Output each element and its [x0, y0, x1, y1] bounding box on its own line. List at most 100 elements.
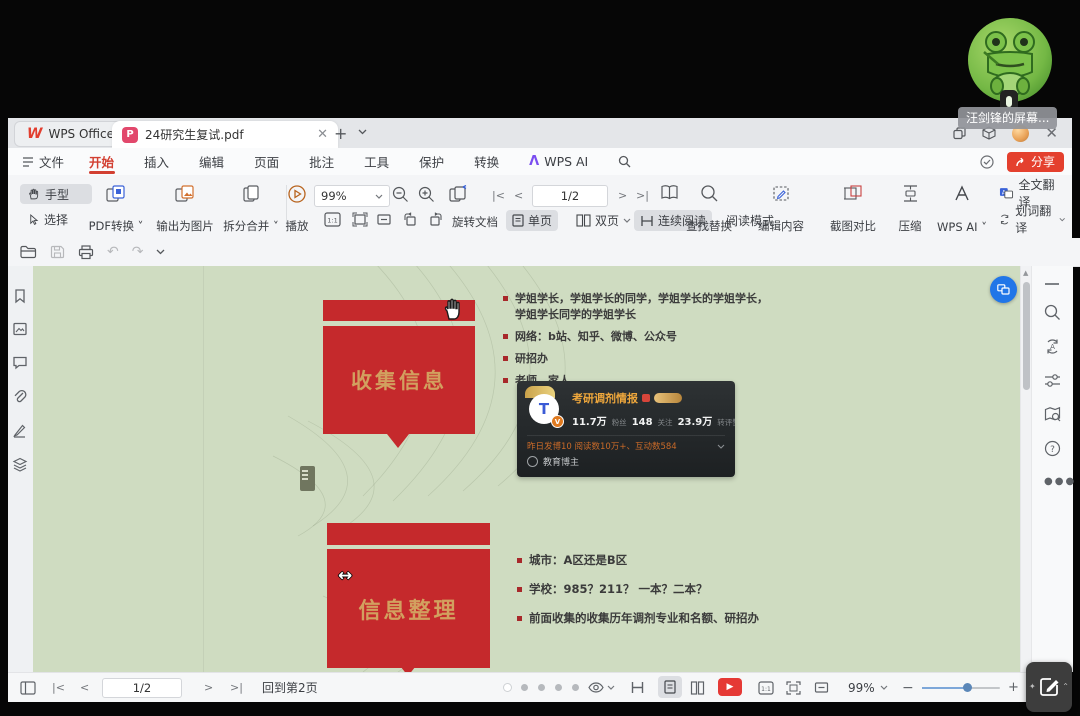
save-icon[interactable]: [50, 245, 65, 259]
svg-text:A: A: [1050, 343, 1055, 351]
bookmarks-panel-icon[interactable]: [12, 288, 28, 304]
compress-button[interactable]: 压缩: [888, 181, 932, 237]
print-icon[interactable]: [78, 245, 94, 260]
collapse-rail-icon[interactable]: [1044, 282, 1060, 286]
zoom-out-minus-button[interactable]: −: [902, 673, 914, 702]
export-as-image-button[interactable]: 输出为图片: [150, 181, 220, 237]
status-last-page-icon[interactable]: >|: [230, 673, 243, 702]
rail-more-icon[interactable]: ●●●: [1044, 476, 1076, 487]
scrollbar-thumb[interactable]: [1023, 282, 1030, 390]
status-single-page-icon[interactable]: [658, 676, 682, 698]
collect-info-box[interactable]: 收集信息: [323, 326, 475, 434]
zoom-slider-track[interactable]: [922, 687, 1000, 689]
rail-map-search-icon[interactable]: [1044, 406, 1061, 422]
hand-tool-button[interactable]: 手型: [20, 184, 92, 204]
full-translate-button[interactable]: A 全文翻译: [992, 183, 1072, 203]
status-continuous-icon[interactable]: [630, 673, 645, 702]
annotate-pen-icon[interactable]: [12, 423, 27, 438]
select-tool-button[interactable]: 选择: [20, 209, 92, 229]
wps-office-home-tab[interactable]: W WPS Office: [14, 121, 127, 147]
fit-page-icon[interactable]: [352, 212, 368, 227]
view-visibility-dropdown[interactable]: [588, 673, 615, 702]
rotate-document-button[interactable]: 旋转文档: [452, 214, 498, 230]
insert-pages-icon[interactable]: [448, 185, 468, 203]
scroll-up-icon[interactable]: ▲: [1023, 269, 1028, 277]
zoom-out-icon[interactable]: [392, 186, 409, 203]
collect-info-title: 收集信息: [351, 365, 447, 395]
floating-translate-button[interactable]: [990, 276, 1017, 303]
quickbar-chevron-icon[interactable]: [156, 249, 165, 255]
menu-tab-convert[interactable]: 转换: [459, 148, 514, 175]
back-to-page-button[interactable]: 回到第2页: [262, 673, 318, 702]
tab-list-chevron-icon[interactable]: [358, 129, 367, 135]
status-zoom-chevron-icon[interactable]: [880, 673, 888, 702]
menu-search-icon[interactable]: [603, 148, 646, 175]
zoom-slider-knob[interactable]: [963, 683, 972, 692]
screenshot-compare-button[interactable]: 截图对比: [820, 181, 886, 237]
menu-tab-comment[interactable]: 批注: [294, 148, 349, 175]
toggle-sidebar-icon[interactable]: [20, 673, 36, 702]
organize-info-box-top-bar[interactable]: [327, 523, 490, 545]
menu-tab-protect[interactable]: 保护: [404, 148, 459, 175]
menu-tab-page[interactable]: 页面: [239, 148, 294, 175]
rail-search-icon[interactable]: [1044, 304, 1061, 321]
status-two-page-icon[interactable]: [690, 673, 705, 702]
rotate-right-icon[interactable]: [427, 212, 444, 227]
page-dot-indicators[interactable]: [504, 673, 589, 702]
pdf-convert-button[interactable]: PDF转换 ˅: [84, 181, 148, 237]
undo-icon[interactable]: ↶: [107, 244, 119, 260]
edit-content-button[interactable]: 编辑内容: [748, 181, 814, 237]
rail-translate-icon[interactable]: A: [1044, 338, 1061, 355]
fit-width-icon[interactable]: [376, 212, 392, 227]
layers-panel-icon[interactable]: [12, 457, 28, 472]
close-tab-icon[interactable]: ✕: [317, 128, 328, 141]
badge-circle-icon: [527, 456, 538, 467]
rotate-left-icon[interactable]: [402, 212, 419, 227]
two-page-mode-button[interactable]: 双页: [570, 210, 637, 231]
document-tab-title: 24研究生复试.pdf: [145, 126, 310, 143]
pdf-page-canvas[interactable]: 收集信息 学姐学长，学姐学长的同学，学姐学长的学姐学长，学姐学长同学的学姐学长 …: [33, 266, 1020, 672]
find-replace-button[interactable]: 查找替换: [676, 181, 742, 237]
last-page-icon[interactable]: >|: [636, 189, 649, 202]
status-zoom-value[interactable]: 99%: [848, 673, 875, 702]
status-fit-width-icon[interactable]: [814, 673, 829, 702]
menu-tab-edit[interactable]: 编辑: [184, 148, 239, 175]
status-play-button[interactable]: ▶: [718, 678, 742, 696]
attachments-panel-icon[interactable]: [12, 389, 27, 405]
share-button[interactable]: 分享: [1007, 152, 1064, 172]
redo-icon[interactable]: ↷: [132, 244, 144, 260]
zoom-in-plus-button[interactable]: +: [1008, 673, 1019, 702]
new-tab-button[interactable]: +: [334, 124, 347, 143]
thumbnails-panel-icon[interactable]: [12, 321, 28, 337]
first-page-icon[interactable]: |<: [492, 189, 505, 202]
page-number-field[interactable]: 1/2: [532, 185, 608, 207]
wps-ai-toolbar-button[interactable]: WPS AI ˅: [934, 181, 990, 237]
cloud-sync-icon[interactable]: [979, 155, 995, 169]
menu-file[interactable]: 文件: [8, 152, 74, 171]
right-tool-rail: A ? ●●●: [1031, 266, 1073, 672]
status-fit-screen-icon[interactable]: [786, 673, 801, 702]
word-translate-button[interactable]: 划词翻译: [992, 209, 1072, 229]
menu-tab-tools[interactable]: 工具: [349, 148, 404, 175]
menu-tab-wps-ai[interactable]: Λ WPS AI: [514, 148, 603, 175]
status-actual-size-icon[interactable]: 1:1: [758, 673, 774, 702]
rail-settings-sliders-icon[interactable]: [1044, 373, 1061, 388]
status-prev-page-icon[interactable]: <: [80, 673, 89, 702]
left-panel-rail: [8, 266, 34, 672]
comments-panel-icon[interactable]: [12, 355, 28, 370]
status-first-page-icon[interactable]: |<: [52, 673, 65, 702]
prev-page-icon[interactable]: <: [514, 189, 523, 202]
zoom-in-icon[interactable]: [418, 186, 435, 203]
menu-tab-home[interactable]: 开始: [74, 148, 129, 175]
open-file-icon[interactable]: [20, 245, 37, 259]
status-next-page-icon[interactable]: >: [204, 673, 213, 702]
rail-help-icon[interactable]: ?: [1044, 440, 1061, 457]
menu-tab-insert[interactable]: 插入: [129, 148, 184, 175]
actual-size-icon[interactable]: 1:1: [324, 212, 341, 227]
screen-annotation-widget[interactable]: ✦ ⌃: [1026, 662, 1072, 712]
document-tab[interactable]: P 24研究生复试.pdf ✕: [112, 121, 338, 148]
status-page-field[interactable]: 1/2: [102, 678, 182, 698]
next-page-icon[interactable]: >: [618, 189, 627, 202]
zoom-level-dropdown[interactable]: 99%: [314, 185, 390, 207]
single-page-mode-button[interactable]: 单页: [506, 210, 558, 231]
